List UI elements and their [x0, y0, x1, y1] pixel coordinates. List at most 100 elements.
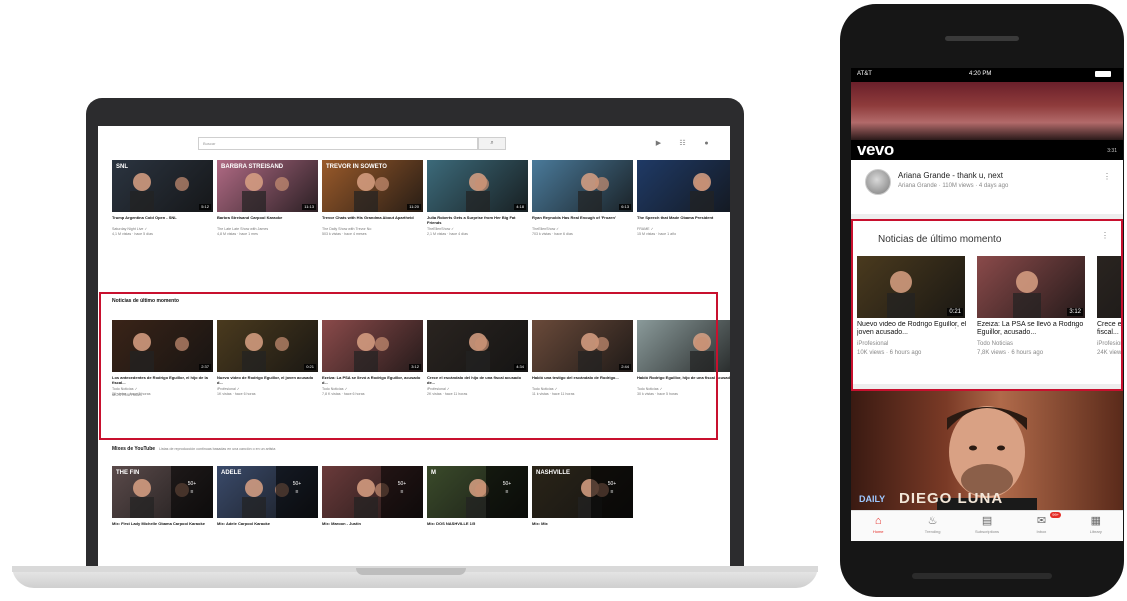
search-icon: ⌕ — [490, 140, 494, 146]
notification-badge: 99+ — [1050, 512, 1062, 518]
video-card[interactable]: The Speech that Made Obama President FRAM… — [637, 160, 730, 237]
recommended-row: SNL 5:12 Trump Argentina Cold Open - SNL Sa… — [112, 160, 730, 237]
video-meta: 503 k vistas · hace 4 meses — [322, 232, 367, 236]
video-title[interactable]: Ryan Reynolds Has Real Enough of 'Frozen… — [532, 215, 633, 225]
nav-item-subscriptions[interactable]: ▤ Subscriptions — [960, 511, 1014, 541]
video-thumbnail[interactable]: 50+ ≡ — [322, 466, 423, 518]
video-title[interactable]: Mix: DOS NASHVILLE 1/5 — [427, 521, 528, 531]
video-card[interactable]: 50+ ≡ Mix: Maroon - Justin — [322, 466, 423, 531]
video-title[interactable]: Trump Argentina Cold Open - SNL — [112, 215, 213, 225]
video-card[interactable]: 6:13 Ryan Reynolds Has Real Enough of 'Fr… — [532, 160, 633, 237]
breaking-news-highlight — [851, 219, 1123, 391]
video-title[interactable]: The Speech that Made Obama President — [637, 215, 730, 225]
video-thumbnail[interactable] — [637, 160, 730, 212]
video-meta: 4,1 M vistas · hace 5 días — [112, 232, 153, 236]
thumbnail-art — [690, 173, 714, 212]
nav-item-home[interactable]: ⌂ Home — [851, 511, 905, 541]
playlist-count: 50+ — [607, 481, 617, 487]
video-thumbnail[interactable]: BARBRA STREISAND 11:13 — [217, 160, 318, 212]
phone-chin — [912, 573, 1052, 579]
nav-item-library[interactable]: ▦ Library — [1069, 511, 1123, 541]
playlist-overlay: 50+ ≡ — [381, 466, 423, 518]
music-video-thumbnail[interactable] — [851, 82, 1123, 140]
carrier-label: AT&T — [857, 71, 872, 77]
duration-badge: 4:18 — [514, 204, 526, 210]
video-card[interactable]: ADELE 50+ ≡ Mix: Adele Carpool Karaoke — [217, 466, 318, 531]
playlist-icon: ≡ — [190, 489, 194, 495]
playlist-overlay: 50+ ≡ — [486, 466, 528, 518]
video-thumbnail[interactable]: SNL 5:12 — [112, 160, 213, 212]
video-thumbnail[interactable]: 6:13 — [532, 160, 633, 212]
video-thumbnail[interactable]: THE FIN 50+ ≡ — [112, 466, 213, 518]
video-card[interactable]: M 50+ ≡ Mix: DOS NASHVILLE 1/5 — [427, 466, 528, 531]
video-thumbnail[interactable]: NASHVILLE 50+ ≡ — [532, 466, 633, 518]
search-button[interactable]: ⌕ — [478, 137, 506, 150]
home-icon: ⌂ — [874, 515, 882, 527]
video-card[interactable]: THE FIN 50+ ≡ Mix: First Lady Michelle Obam… — [112, 466, 213, 531]
status-time: 4:20 PM — [969, 71, 992, 77]
playlist-overlay: 50+ ≡ — [171, 466, 213, 518]
thumbnail-art — [466, 173, 490, 212]
duration-badge: 5:12 — [199, 204, 211, 210]
playlist-icon: ≡ — [295, 489, 299, 495]
stage: Buscar ⌕ ▶ ☷ ● SNL 5:12 Trump Argentina Co… — [0, 0, 1127, 601]
nav-item-inbox[interactable]: ✉ Inbox 99+ — [1014, 511, 1068, 541]
notifications-icon[interactable]: ● — [702, 139, 711, 148]
phone-speaker — [945, 36, 1019, 41]
video-meta: Ariana Grande · 110M views · 4 days ago — [898, 183, 1009, 189]
video-title[interactable]: Mix: Adele Carpool Karaoke — [217, 521, 318, 531]
featured-title: DIEGO LUNA — [899, 490, 1004, 507]
inbox-icon: ✉ — [1036, 515, 1047, 527]
video-thumbnail[interactable]: M 50+ ≡ — [427, 466, 528, 518]
upload-icon[interactable]: ▶ — [654, 139, 663, 148]
playlist-count: 50+ — [292, 481, 302, 487]
video-title[interactable]: Mix: Maroon - Justin — [322, 521, 423, 531]
apps-icon[interactable]: ☷ — [678, 139, 687, 148]
more-options-icon[interactable]: ⋮ — [1103, 172, 1111, 181]
bottom-navigation: ⌂ Home ♨ Trending ▤ Subscriptions ✉ Inbox 99+ ▦ Li… — [851, 510, 1123, 541]
nav-label: Inbox — [1036, 529, 1047, 534]
video-title[interactable]: Trevor Chats with His Grandma About Apar… — [322, 215, 423, 225]
video-card[interactable]: NASHVILLE 50+ ≡ Mix: Mix — [532, 466, 633, 531]
featured-video-thumbnail[interactable]: DAILY DIEGO LUNA — [851, 390, 1123, 510]
channel-avatar[interactable] — [865, 169, 891, 195]
playlist-count: 50+ — [187, 481, 197, 487]
duration-badge: 11:20 — [407, 204, 421, 210]
thumbnail-text: ADELE — [221, 470, 242, 476]
thumbnail-text: TREVOR IN SOWETO — [326, 164, 387, 170]
video-title[interactable]: Mix: Mix — [532, 521, 633, 531]
video-title[interactable]: Julia Roberts Gets a Surprise from Her B… — [427, 215, 528, 225]
video-card[interactable]: SNL 5:12 Trump Argentina Cold Open - SNL Sa… — [112, 160, 213, 237]
library-icon: ▦ — [1090, 515, 1102, 527]
video-thumbnail[interactable]: ADELE 50+ ≡ — [217, 466, 318, 518]
video-thumbnail[interactable]: TREVOR IN SOWETO 11:20 — [322, 160, 423, 212]
video-card[interactable]: BARBRA STREISAND 11:13 Barbra Streisand Ca… — [217, 160, 318, 237]
playlist-count: 50+ — [397, 481, 407, 487]
duration-badge: 11:13 — [302, 204, 316, 210]
video-title[interactable]: Ariana Grande - thank u, next — [898, 171, 1003, 180]
video-meta: 15 M vistas · hace 1 año — [637, 232, 677, 236]
breaking-news-highlight — [99, 292, 718, 440]
thumbnail-text: BARBRA STREISAND — [221, 164, 284, 170]
thumbnail-text: NASHVILLE — [536, 470, 571, 476]
status-bar: AT&T 4:20 PM — [851, 68, 1123, 82]
video-title[interactable]: Barbra Streisand Carpool Karaoke — [217, 215, 318, 225]
thumbnail-text: SNL — [116, 164, 128, 170]
search-input[interactable]: Buscar — [198, 137, 478, 150]
video-title[interactable]: Mix: First Lady Michelle Obama Carpool K… — [112, 521, 213, 531]
nav-item-trending[interactable]: ♨ Trending — [905, 511, 959, 541]
mixes-title-text: Mixes de YouTube — [112, 446, 156, 452]
mixes-row: THE FIN 50+ ≡ Mix: First Lady Michelle Obam… — [112, 466, 633, 531]
trending-icon: ♨ — [927, 515, 938, 527]
video-meta: 2,1 M vistas · hace 4 días — [427, 232, 468, 236]
playlist-icon: ≡ — [610, 489, 614, 495]
video-meta: 4,8 M vistas · hace 1 mes — [217, 232, 258, 236]
thumbnail-text: M — [431, 470, 436, 476]
laptop-notch — [356, 568, 466, 575]
playlist-icon: ≡ — [400, 489, 404, 495]
video-card[interactable]: TREVOR IN SOWETO 11:20 Trevor Chats with H… — [322, 160, 423, 237]
thumbnail-text: THE FIN — [116, 470, 140, 476]
video-thumbnail[interactable]: 4:18 — [427, 160, 528, 212]
nav-label: Home — [872, 529, 884, 534]
video-card[interactable]: 4:18 Julia Roberts Gets a Surprise from H… — [427, 160, 528, 237]
